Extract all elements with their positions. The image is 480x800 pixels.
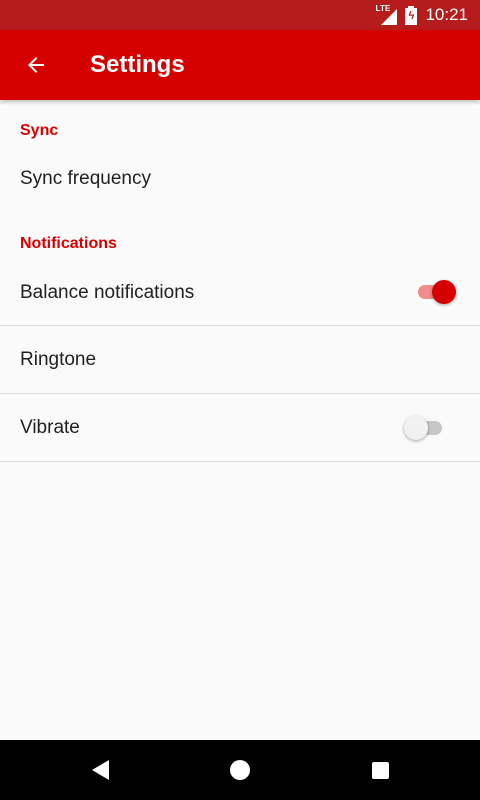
nav-home-button[interactable] xyxy=(220,750,260,790)
page-title: Settings xyxy=(90,51,185,78)
preference-vibrate[interactable]: Vibrate xyxy=(0,394,480,461)
preference-ringtone[interactable]: Ringtone xyxy=(0,326,480,393)
section-header-sync: Sync xyxy=(20,122,59,139)
preference-label: Vibrate xyxy=(20,417,80,438)
charging-bolt-icon: ϟ xyxy=(408,9,415,22)
back-button[interactable] xyxy=(12,41,60,89)
signal-icon: LTE xyxy=(375,5,398,25)
section-header-notifications: Notifications xyxy=(20,235,117,252)
switch-thumb xyxy=(404,416,428,440)
preference-balance-notifications[interactable]: Balance notifications xyxy=(0,266,480,325)
nav-recents-icon xyxy=(371,761,389,779)
nav-back-button[interactable] xyxy=(80,750,120,790)
arrow-back-icon xyxy=(28,57,44,73)
balance-notifications-switch[interactable] xyxy=(414,279,458,305)
system-nav-bar xyxy=(0,740,480,800)
battery-charging-icon: ϟ xyxy=(405,5,418,25)
preference-label: Sync frequency xyxy=(20,168,151,189)
nav-recents-button[interactable] xyxy=(360,750,400,790)
nav-back-icon xyxy=(91,760,109,780)
status-icons: LTE ϟ 10:21 xyxy=(375,0,468,30)
preference-label: Balance notifications xyxy=(20,282,195,303)
preference-label: Ringtone xyxy=(20,349,97,370)
preference-sync-frequency[interactable]: Sync frequency xyxy=(0,157,480,202)
divider xyxy=(0,461,480,462)
status-bar: LTE ϟ 10:21 xyxy=(0,0,480,30)
signal-strength-icon xyxy=(381,9,398,25)
nav-home-icon xyxy=(230,760,250,780)
vibrate-switch[interactable] xyxy=(404,415,448,441)
switch-thumb xyxy=(432,280,456,304)
app-bar: Settings xyxy=(0,30,480,100)
status-clock: 10:21 xyxy=(425,5,468,24)
